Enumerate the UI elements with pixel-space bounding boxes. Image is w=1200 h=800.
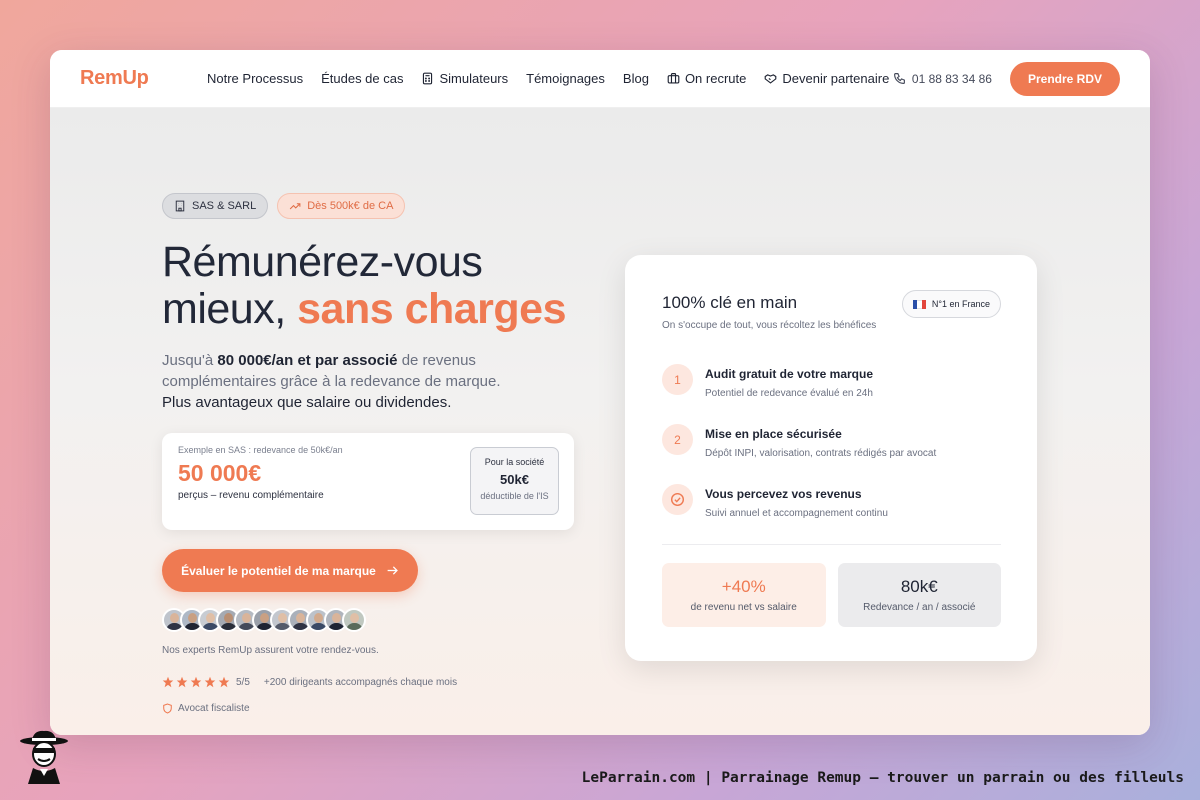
star-icon: [190, 676, 202, 688]
step-title: Vous percevez vos revenus: [705, 487, 862, 501]
step-number: 2: [662, 424, 693, 455]
prendre-rdv-button[interactable]: Prendre RDV: [1009, 61, 1120, 96]
step-desc: Potentiel de redevance évalué en 24h: [705, 388, 873, 399]
trending-up-icon: [289, 203, 301, 210]
phone-link[interactable]: 01 88 83 34 86: [893, 72, 992, 86]
stat-revenue-gain: +40% de revenu net vs salaire: [662, 563, 826, 627]
card-subtitle: On s'occupe de tout, vous récoltez les b…: [662, 320, 877, 331]
france-flag-icon: [912, 299, 926, 309]
step-desc: Suivi annuel et accompagnement continu: [705, 508, 888, 519]
company-box: Pour la société 50k€ déductible de l'IS: [470, 447, 559, 515]
nav-link-blog[interactable]: Blog: [623, 71, 649, 86]
star-icon: [176, 676, 188, 688]
hero-title: Rémunérez-vous mieux, sans charges: [162, 238, 566, 333]
nav-link-etudes[interactable]: Études de cas: [321, 71, 403, 86]
step-desc: Dépôt INPI, valorisation, contrats rédig…: [705, 448, 937, 459]
nav-right: 01 88 83 34 86 Prendre RDV: [893, 61, 1120, 96]
nav-links: Notre Processus Études de cas Simulateur…: [207, 71, 889, 86]
card-divider: [662, 544, 1001, 545]
briefcase-icon: [667, 73, 680, 84]
lawyer-badge: Avocat fiscaliste: [162, 703, 582, 714]
nav-link-temoignages[interactable]: Témoignages: [526, 71, 605, 86]
hero-section: SAS & SARL Dès 500k€ de CA Rémunérez-vou…: [50, 108, 1150, 735]
rating-text: +200 dirigeants accompagnés chaque mois: [263, 676, 458, 688]
example-card: Exemple en SAS : redevance de 50k€/an 50…: [162, 433, 574, 530]
handshake-icon: [765, 74, 777, 84]
step-title: Mise en place sécurisée: [705, 427, 842, 441]
step-check: [662, 484, 693, 515]
rating-stars: [162, 676, 230, 688]
experts-text: Nos experts RemUp assurent votre rendez-…: [162, 645, 379, 656]
rating-score: 5/5: [236, 676, 250, 688]
step-item: Vous percevez vos revenus Suivi annuel e…: [662, 484, 1001, 519]
step-number: 1: [662, 364, 693, 395]
avatar: [342, 608, 366, 632]
star-icon: [162, 676, 174, 688]
star-icon: [218, 676, 230, 688]
footer-caption: LeParrain.com | Parrainage Remup — trouv…: [581, 770, 1184, 786]
no1-france-badge: N°1 en France: [901, 290, 1001, 318]
rating-row: 5/5 +200 dirigeants accompagnés chaque m…: [162, 676, 582, 688]
building-icon: [175, 200, 185, 212]
nav-link-simulateurs[interactable]: Simulateurs: [421, 71, 508, 86]
logo[interactable]: RemUp: [80, 67, 207, 90]
step-item: 2 Mise en place sécurisée Dépôt INPI, va…: [662, 424, 1001, 459]
steps-list: 1 Audit gratuit de votre marque Potentie…: [662, 364, 1001, 519]
calculator-icon: [423, 72, 433, 85]
tag-sas-sarl: SAS & SARL: [162, 193, 269, 219]
stats-row: +40% de revenu net vs salaire 80k€ Redev…: [662, 563, 1001, 627]
turnkey-card: 100% clé en main On s'occupe de tout, vo…: [625, 255, 1037, 661]
hero-left: SAS & SARL Dès 500k€ de CA Rémunérez-vou…: [162, 193, 582, 714]
shield-icon: [163, 703, 172, 714]
top-navigation: RemUp Notre Processus Études de cas Simu…: [50, 50, 1150, 108]
step-item: 1 Audit gratuit de votre marque Potentie…: [662, 364, 1001, 399]
phone-icon: [893, 73, 905, 84]
title-accent: sans charges: [297, 285, 566, 333]
stat-royalty: 80k€ Redevance / an / associé: [837, 563, 1001, 627]
nav-link-recrute[interactable]: On recrute: [667, 71, 746, 86]
expert-avatars: [162, 608, 582, 632]
step-title: Audit gratuit de votre marque: [705, 367, 874, 381]
nav-link-processus[interactable]: Notre Processus: [207, 71, 303, 86]
tag-ca: Dès 500k€ de CA: [277, 193, 406, 219]
evaluate-brand-button[interactable]: Évaluer le potentiel de ma marque: [162, 549, 418, 592]
star-icon: [204, 676, 216, 688]
browser-window: RemUp Notre Processus Études de cas Simu…: [50, 50, 1150, 735]
tag-pills: SAS & SARL Dès 500k€ de CA: [162, 193, 582, 219]
nav-link-partenaire[interactable]: Devenir partenaire: [764, 71, 889, 86]
mascot-logo: [20, 730, 68, 784]
arrow-right-icon: [387, 566, 398, 575]
check-circle-icon: [670, 492, 685, 507]
hero-subtitle: Jusqu'à 80 000€/an et par associé de rev…: [162, 352, 501, 411]
